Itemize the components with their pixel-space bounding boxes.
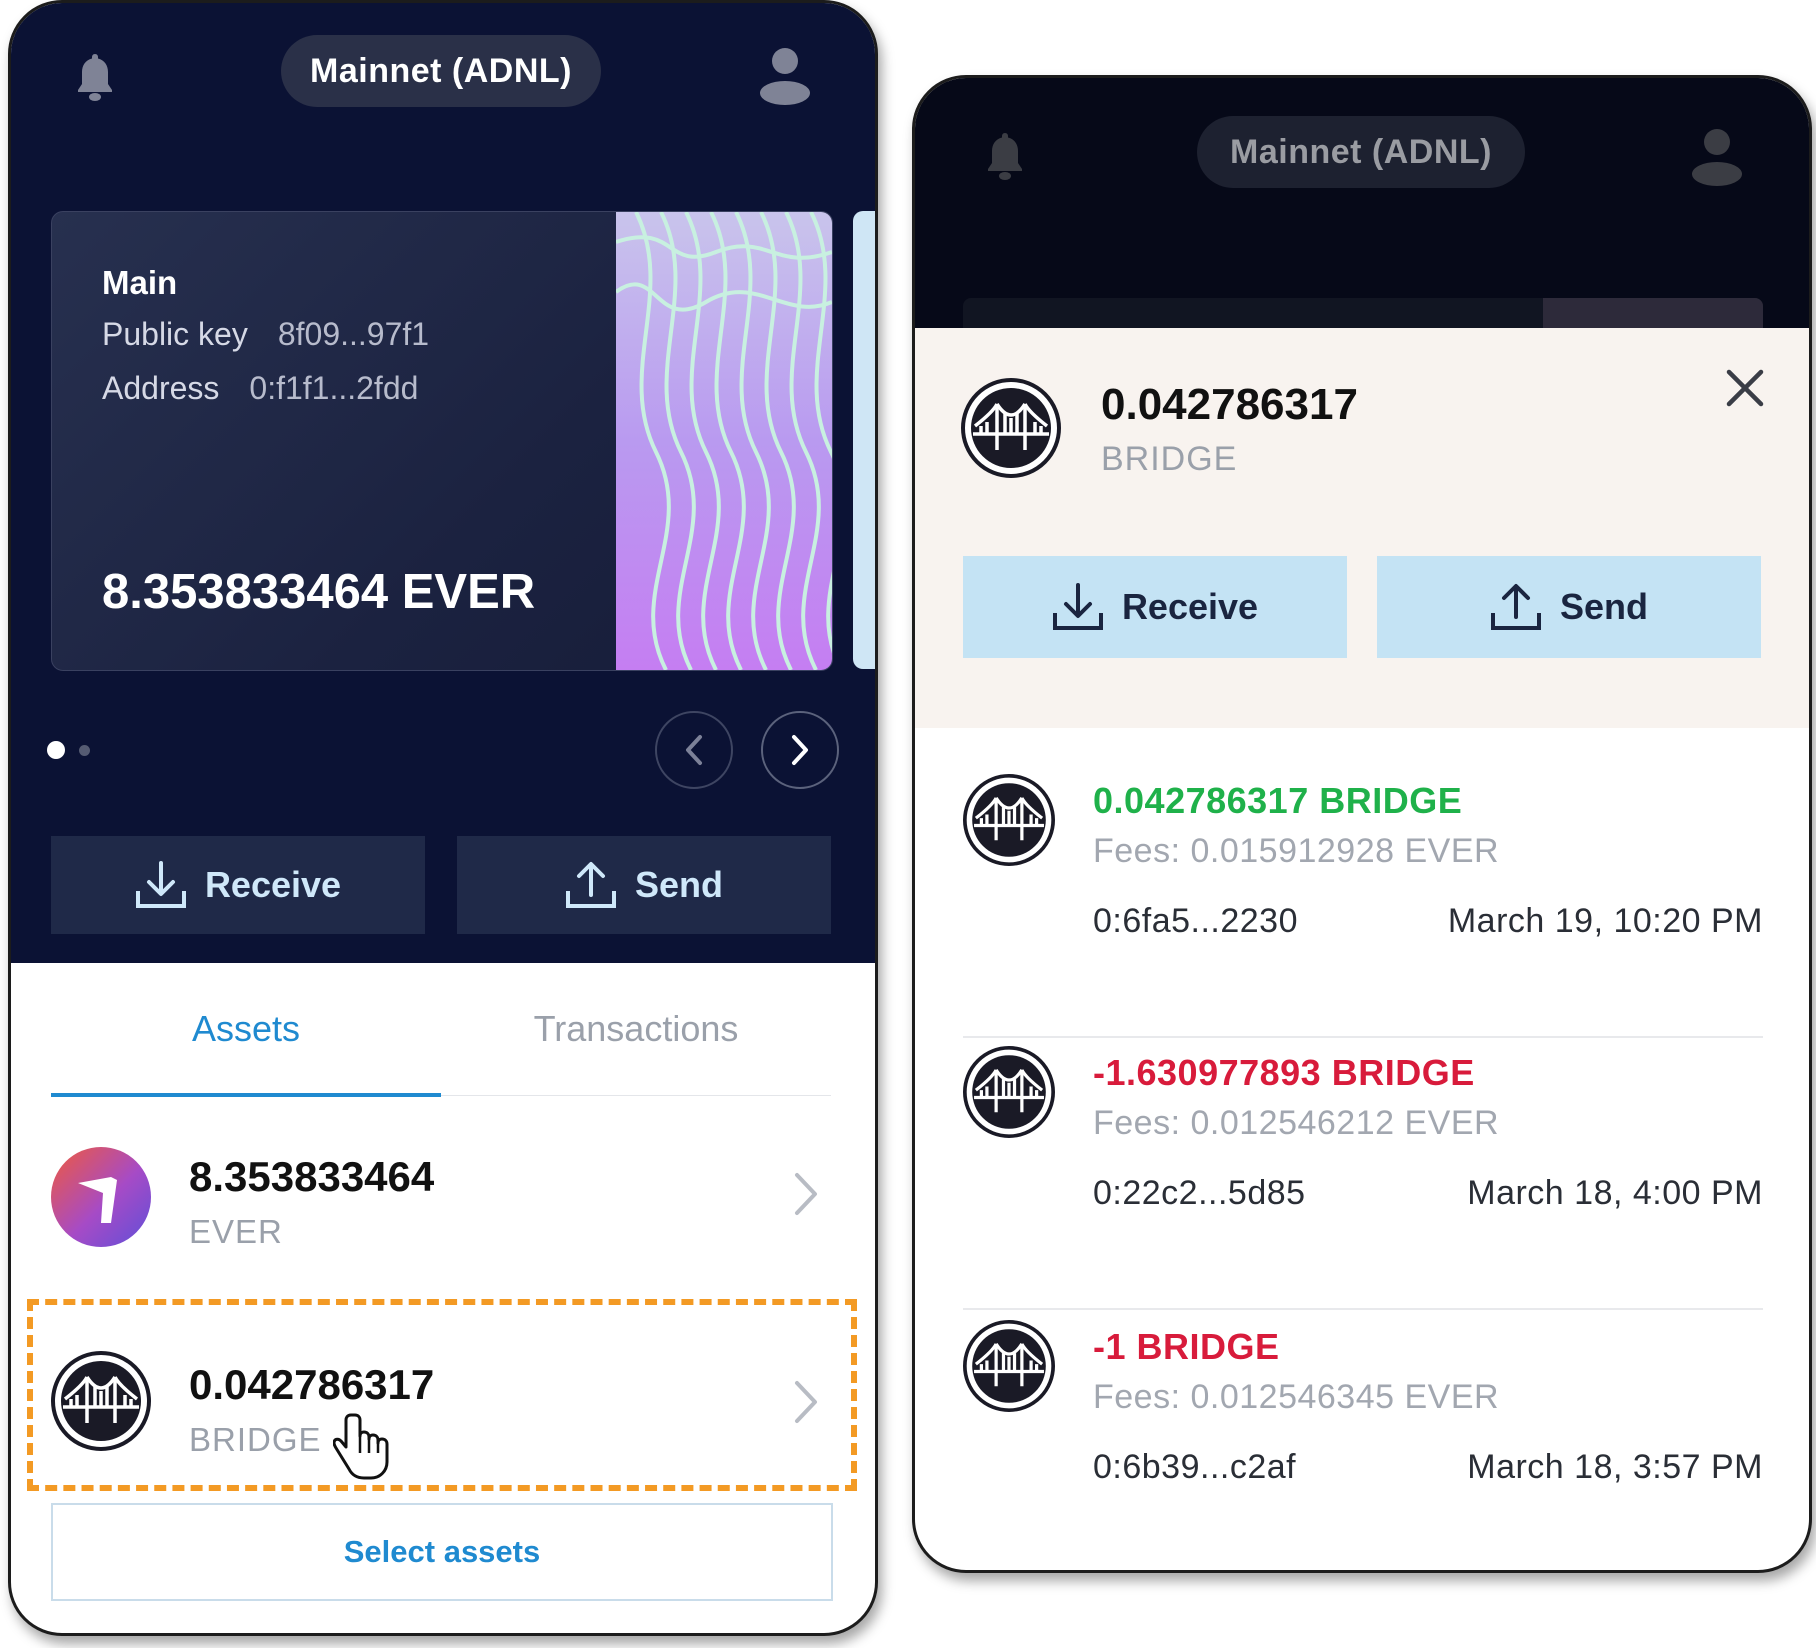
transaction-date: March 18, 3:57 PM (1467, 1448, 1763, 1486)
transaction-address: 0:22c2...5d85 (1093, 1174, 1306, 1212)
send-button[interactable]: Send (457, 836, 831, 934)
network-selector: Mainnet (ADNL) (1197, 116, 1525, 188)
dimmed-account-card (963, 298, 1763, 328)
chevron-right-icon (795, 1173, 817, 1215)
download-icon (1052, 583, 1103, 630)
bridge-token-icon (963, 774, 1055, 866)
transaction-fees: Fees: 0.015912928 EVER (1093, 832, 1500, 870)
transaction-date: March 18, 4:00 PM (1467, 1174, 1763, 1212)
transaction-fees: Fees: 0.012546345 EVER (1093, 1378, 1500, 1416)
carousel-next-button[interactable] (761, 711, 839, 789)
transaction-item[interactable]: 0.042786317 BRIDGE Fees: 0.015912928 EVE… (963, 774, 1763, 1038)
highlight-box (27, 1299, 857, 1491)
address-row: Address 0:f1f1...2fdd (102, 370, 418, 407)
public-key-value[interactable]: 8f09...97f1 (278, 316, 429, 352)
network-label: Mainnet (ADNL) (310, 51, 572, 90)
transaction-item[interactable]: -1 BRIDGE Fees: 0.012546345 EVER 0:6b39.… (963, 1320, 1763, 1570)
account-card[interactable]: Main Public key 8f09...97f1 Address 0:f1f1… (51, 211, 833, 671)
chevron-left-icon (686, 735, 702, 765)
send-label: Send (1559, 586, 1648, 627)
transaction-address: 0:6fa5...2230 (1093, 902, 1299, 940)
asset-detail-amount: 0.042786317 (1101, 380, 1358, 429)
close-icon[interactable] (1725, 368, 1765, 408)
receive-label: Receive (204, 864, 342, 905)
asset-row-ever[interactable]: 8.353833464 EVER (51, 1123, 831, 1273)
bell-icon[interactable] (75, 51, 115, 108)
wallet-screen: Mainnet (ADNL) Main Public key 8f09...97f… (8, 0, 878, 1636)
receive-label: Receive (1121, 586, 1259, 627)
asset-detail-screen: Mainnet (ADNL) 0.042786317 BRIDGE Receiv… (912, 75, 1812, 1573)
account-icon[interactable] (757, 45, 813, 110)
public-key-label: Public key (102, 316, 248, 352)
account-name: Main (102, 264, 178, 301)
bridge-token-icon (963, 1320, 1055, 1412)
public-key-row: Public key 8f09...97f1 (102, 316, 429, 353)
upload-icon (1490, 584, 1541, 630)
bridge-token-icon (963, 1046, 1055, 1138)
send-button[interactable]: Send (1377, 556, 1761, 658)
tab-transactions[interactable]: Transactions (441, 963, 831, 1095)
receive-button[interactable]: Receive (51, 836, 425, 934)
transaction-fees: Fees: 0.012546212 EVER (1093, 1104, 1500, 1142)
chevron-right-icon (792, 735, 808, 765)
transaction-amount: 0.042786317 BRIDGE (1093, 780, 1463, 821)
tab-assets[interactable]: Assets (51, 963, 441, 1095)
card-wave-art (616, 212, 832, 670)
carousel-dot[interactable] (79, 745, 90, 756)
transaction-amount: -1.630977893 BRIDGE (1093, 1052, 1475, 1093)
upload-icon (565, 862, 616, 908)
wallet-tabs: Assets Transactions (51, 963, 831, 1097)
transaction-date: March 19, 10:20 PM (1447, 902, 1763, 940)
carousel-prev-button[interactable] (655, 711, 733, 789)
next-account-card[interactable] (853, 211, 875, 669)
active-tab-indicator (51, 1093, 441, 1097)
asset-amount: 8.353833464 (189, 1153, 435, 1200)
receive-button[interactable]: Receive (963, 556, 1347, 658)
carousel-dot-active[interactable] (47, 741, 65, 759)
account-icon (1689, 126, 1745, 191)
send-label: Send (634, 864, 723, 905)
bridge-token-icon (961, 378, 1061, 478)
transaction-item[interactable]: -1.630977893 BRIDGE Fees: 0.012546212 EV… (963, 1046, 1763, 1310)
ever-logo-icon (51, 1147, 151, 1247)
network-label: Mainnet (ADNL) (1230, 132, 1492, 171)
account-balance: 8.353833464 EVER (102, 565, 536, 619)
transaction-address: 0:6b39...c2af (1093, 1448, 1297, 1486)
transaction-amount: -1 BRIDGE (1093, 1326, 1280, 1367)
address-value[interactable]: 0:f1f1...2fdd (249, 370, 418, 406)
asset-detail-symbol: BRIDGE (1101, 440, 1238, 478)
address-label: Address (102, 370, 220, 406)
download-icon (135, 861, 186, 908)
network-selector[interactable]: Mainnet (ADNL) (281, 35, 601, 107)
asset-symbol: EVER (189, 1213, 283, 1250)
select-assets-button[interactable]: Select assets (51, 1503, 833, 1601)
bell-icon (985, 130, 1025, 187)
